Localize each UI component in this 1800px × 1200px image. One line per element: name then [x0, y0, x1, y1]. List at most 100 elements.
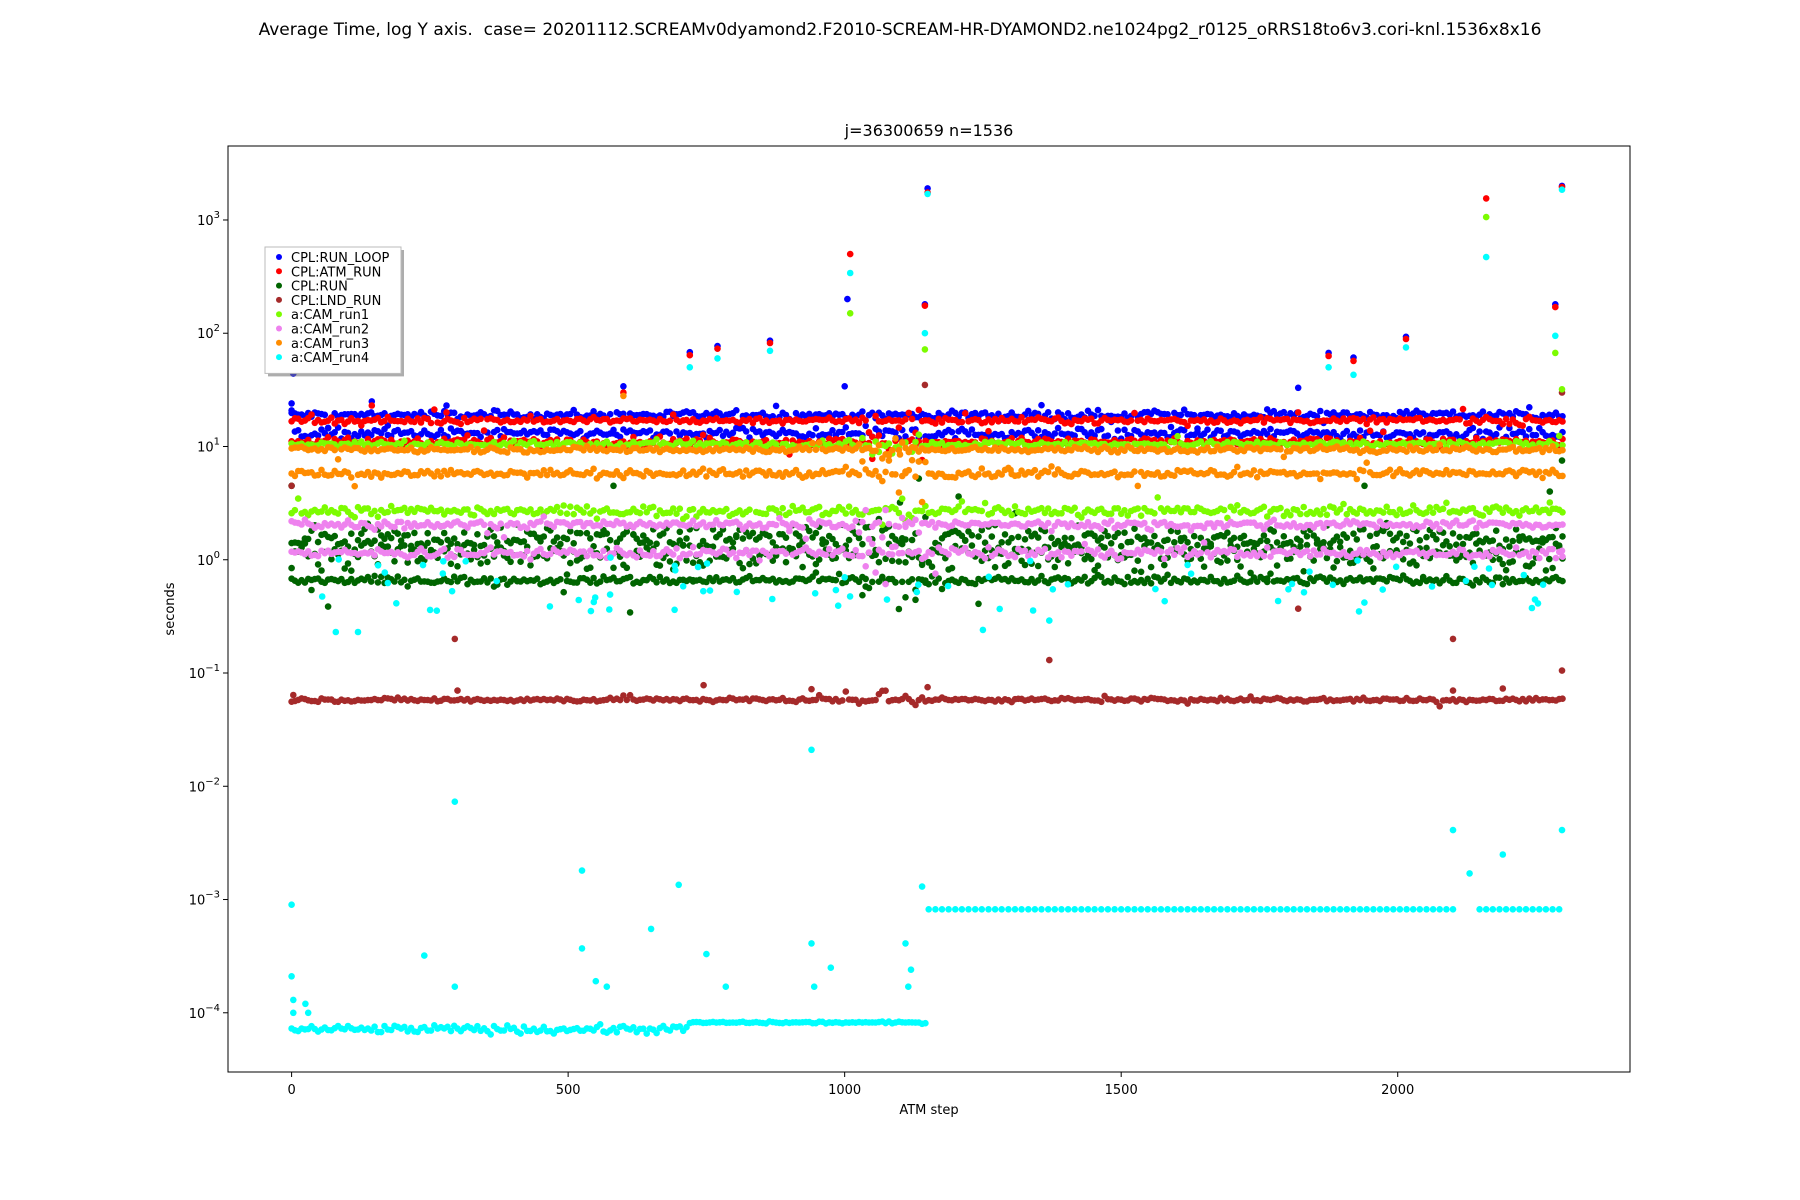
point-cpl-run-loop: [1217, 427, 1224, 435]
point-a-cam-run2: [862, 506, 869, 514]
point-a-cam-run1: [650, 503, 657, 511]
point-cpl-run-loop: [1294, 384, 1302, 392]
point-cpl-run-loop: [1194, 425, 1201, 432]
point-a-cam-run2: [928, 518, 936, 526]
point-a-cam-run1: [1151, 510, 1158, 517]
point-cpl-run: [1034, 562, 1042, 570]
point-a-cam-run1: [294, 495, 302, 502]
point-cpl-run: [908, 536, 916, 544]
point-cpl-run: [1194, 541, 1201, 549]
point-a-cam-run1: [570, 510, 577, 518]
point-cpl-atm-run: [443, 409, 450, 416]
point-cpl-atm-run: [1456, 416, 1463, 423]
point-a-cam-run1: [815, 503, 823, 511]
point-a-cam-run1: [1171, 439, 1178, 446]
point-cpl-run: [1094, 562, 1102, 569]
point-a-cam-run2: [527, 556, 534, 563]
point-cpl-run: [447, 560, 455, 568]
point-cpl-run: [1293, 535, 1301, 543]
point-cpl-run: [879, 574, 886, 581]
point-cpl-run-loop: [577, 427, 584, 435]
point-a-cam-run2: [1307, 552, 1314, 560]
point-cpl-run-loop: [733, 407, 740, 414]
point-cpl-run: [1396, 530, 1404, 537]
point-a-cam-run1: [1340, 500, 1347, 508]
point-cpl-atm-run: [921, 302, 929, 310]
point-cpl-run: [918, 561, 926, 569]
point-cpl-run: [1399, 538, 1407, 546]
point-cpl-run: [1230, 534, 1238, 542]
point-cpl-run: [968, 532, 976, 539]
point-cpl-run: [1549, 533, 1556, 541]
point-cpl-run-loop: [1492, 430, 1500, 438]
point-a-cam-run1: [1320, 505, 1327, 513]
point-a-cam-run3: [855, 441, 863, 448]
point-cpl-run: [404, 583, 412, 590]
point-a-cam-run1: [1380, 509, 1387, 516]
point-cpl-run-loop: [1190, 431, 1198, 439]
point-a-cam-run1: [580, 509, 587, 516]
point-a-cam-run2: [1098, 525, 1105, 533]
point-cpl-run: [623, 564, 631, 572]
point-a-cam-run1: [590, 507, 597, 514]
point-a-cam-run1: [746, 506, 753, 513]
point-cpl-run: [314, 561, 322, 568]
point-cpl-run: [653, 540, 660, 548]
point-cpl-run: [1333, 533, 1341, 540]
point-cpl-run-loop: [666, 430, 674, 437]
point-cpl-run-loop: [321, 411, 329, 419]
point-a-cam-run2: [600, 547, 607, 555]
point-cpl-run: [1101, 544, 1108, 551]
point-cpl-run: [603, 530, 611, 537]
point-cpl-run: [1499, 580, 1507, 588]
point-a-cam-run2: [932, 570, 939, 577]
point-a-cam-run2: [1260, 552, 1268, 560]
point-cpl-atm-run: [686, 351, 694, 359]
data-points-layer: [288, 182, 1566, 1038]
point-a-cam-run3: [875, 442, 883, 449]
point-a-cam-run3: [815, 439, 823, 446]
point-cpl-run: [1217, 559, 1224, 566]
point-cpl-run: [1406, 540, 1414, 547]
point-cpl-run: [749, 529, 757, 537]
point-cpl-atm-run: [477, 415, 485, 423]
point-cpl-run-loop: [1098, 425, 1105, 433]
point-a-cam-run2: [1141, 519, 1148, 527]
point-a-cam-run2: [1486, 553, 1493, 560]
point-a-cam-run2: [882, 506, 889, 514]
point-a-cam-run2: [1559, 521, 1566, 528]
point-a-cam-run1: [583, 503, 591, 510]
point-cpl-run: [746, 560, 753, 568]
point-a-cam-run2: [915, 547, 923, 555]
point-cpl-run: [1134, 557, 1142, 564]
point-cpl-run: [729, 539, 737, 546]
point-cpl-run: [806, 527, 813, 535]
point-cpl-run: [434, 536, 441, 544]
point-a-cam-run2: [869, 540, 876, 548]
point-cpl-run: [474, 531, 481, 538]
point-cpl-run-loop: [1114, 427, 1122, 434]
point-cpl-run-loop: [288, 400, 295, 407]
point-cpl-run: [1303, 580, 1311, 588]
point-cpl-run-loop: [1526, 404, 1533, 411]
point-cpl-run: [812, 529, 820, 537]
point-cpl-run: [968, 542, 976, 549]
point-cpl-run: [510, 536, 518, 544]
point-a-cam-run2: [1558, 547, 1566, 555]
point-cpl-run: [646, 539, 654, 546]
point-cpl-run: [1446, 543, 1453, 550]
point-a-cam-run1: [859, 434, 866, 442]
point-cpl-run-loop: [1204, 426, 1211, 434]
point-cpl-atm-run: [895, 424, 903, 431]
point-a-cam-run2: [898, 549, 906, 557]
point-cpl-run: [1061, 534, 1069, 542]
point-cpl-run: [1147, 539, 1155, 546]
point-cpl-atm-run: [464, 432, 471, 439]
point-cpl-run: [610, 482, 617, 490]
point-cpl-run: [845, 536, 853, 544]
point-a-cam-run1: [351, 513, 359, 521]
point-cpl-run: [859, 573, 866, 581]
point-cpl-run-loop: [620, 383, 627, 390]
point-a-cam-run1: [676, 505, 684, 512]
point-a-cam-run1: [553, 503, 561, 511]
